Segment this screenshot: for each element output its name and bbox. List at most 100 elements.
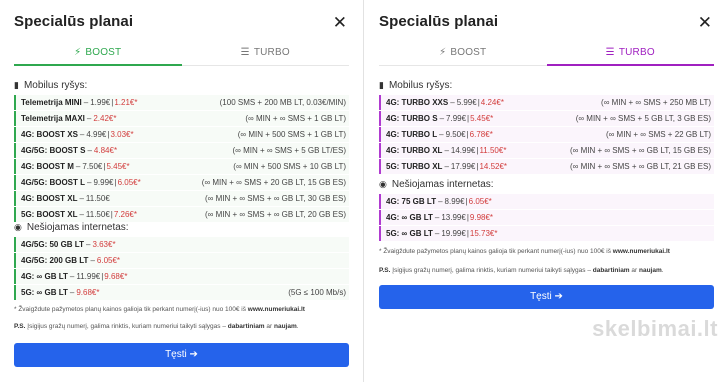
site-link[interactable]: www.numeriukai.lt	[248, 306, 305, 313]
dialog-header: Specialūs planai ✕	[14, 13, 349, 35]
plan-name: 4G: 75 GB LT	[386, 197, 437, 206]
plan-name: 4G: TURBO XL	[386, 146, 443, 155]
plan-row[interactable]: 4G: TURBO S –7.99€ | 5.45€* (∞ MIN + ∞ SMS +…	[379, 111, 714, 126]
plan-price: 19.99€	[441, 229, 466, 238]
price-separator: |	[111, 98, 114, 107]
plan-price: 2.42€*	[93, 114, 117, 123]
plan-promo-price: 6.78€*	[469, 130, 493, 139]
plan-detail: (5G ≤ 100 Mb/s)	[288, 288, 346, 297]
plan-promo-price: 9.98€*	[469, 213, 494, 222]
plan-detail: (∞ MIN + ∞ SMS + 20 GB LT, 15 GB ES)	[201, 178, 346, 187]
plan-row[interactable]: Telemetrija MAXI –2.42€* (∞ MIN + ∞ SMS + …	[14, 111, 349, 126]
plan-row[interactable]: Telemetrija MINI –1.99€ | 1.21€* (100 SMS + …	[14, 95, 349, 110]
wifi-icon: ◉	[379, 179, 387, 189]
tab-boost[interactable]: ⚡ BOOST	[14, 44, 182, 66]
ps-now: dabartiniam	[592, 267, 630, 274]
plan-price: 1.99€	[90, 98, 111, 107]
close-icon[interactable]: ✕	[698, 13, 712, 33]
mobile-section-heading: ▮ Mobilus ryšys:	[379, 80, 452, 91]
plan-price: 13.99€	[441, 213, 466, 222]
tab-turbo[interactable]: ☰ TURBO	[182, 44, 350, 65]
plan-detail: (∞ MIN + 500 SMS + 10 GB LT)	[233, 162, 346, 171]
plan-row[interactable]: 5G: ∞ GB LT –9.68€* (5G ≤ 100 Mb/s)	[14, 285, 349, 300]
dash-separator: –	[83, 98, 89, 107]
lightning-icon: ⚡	[439, 47, 447, 58]
plan-tabs: ⚡ BOOST ☰ TURBO	[14, 44, 349, 66]
plan-row[interactable]: 4G: 75 GB LT –8.99€ | 6.05€*	[379, 194, 714, 209]
price-separator: |	[107, 130, 110, 139]
ps-label: P.S.	[14, 323, 26, 330]
note-star-text: * Žvaigždute pažymetos planų kainos gali…	[14, 306, 248, 313]
price-separator: |	[476, 162, 479, 171]
dash-separator: –	[439, 130, 444, 139]
plan-row[interactable]: 4G: TURBO L –9.50€ | 6.78€* (∞ MIN + ∞ SMS +…	[379, 127, 714, 142]
plan-price: 9.99€	[93, 178, 114, 187]
tab-boost-label: BOOST	[85, 47, 122, 58]
dialog-header: Specialūs planai ✕	[379, 13, 714, 35]
price-separator: |	[466, 213, 469, 222]
dash-separator: –	[79, 194, 84, 203]
dash-separator: –	[444, 146, 449, 155]
plan-name: 4G/5G: BOOST L	[21, 178, 86, 187]
plan-row[interactable]: 5G: ∞ GB LT –19.99€ | 15.73€*	[379, 226, 714, 241]
plan-promo-price: 6.05€*	[117, 178, 141, 187]
plan-row[interactable]: 4G: BOOST XL –11.50€ (∞ MIN + ∞ SMS + ∞ GB…	[14, 191, 349, 206]
mobile-section-heading: ▮ Mobilus ryšys:	[14, 80, 87, 91]
plan-name: 5G: ∞ GB LT	[386, 229, 433, 238]
internet-section-label: Nešiojamas internetas:	[391, 179, 494, 190]
plan-row[interactable]: 4G: ∞ GB LT –13.99€ | 9.98€*	[379, 210, 714, 225]
plan-price: 7.50€	[82, 162, 103, 171]
dash-separator: –	[438, 197, 443, 206]
price-separator: |	[477, 98, 480, 107]
price-separator: |	[466, 229, 469, 238]
plan-promo-price: 15.73€*	[469, 229, 498, 238]
plan-row[interactable]: 4G: ∞ GB LT –11.99€ | 9.68€*	[14, 269, 349, 284]
plan-row[interactable]: 4G: BOOST XS –4.99€ | 3.03€* (∞ MIN + 500 SM…	[14, 127, 349, 142]
ps-note: P.S. Įsigijus gražų numerį, galima rinkt…	[379, 266, 718, 275]
plan-detail: (∞ MIN + ∞ SMS + ∞ GB LT, 30 GB ES)	[205, 194, 346, 203]
boost-plans-dialog: Specialūs planai ✕ ⚡ BOOST ☰ TURBO ▮ Mobilu…	[0, 0, 364, 382]
tab-turbo-label: TURBO	[253, 47, 290, 58]
internet-plan-list: 4G: 75 GB LT –8.99€ | 6.05€* 4G: ∞ GB LT –13.…	[379, 194, 714, 242]
plan-row[interactable]: 4G/5G: 200 GB LT –6.05€*	[14, 253, 349, 268]
plan-row[interactable]: 4G: TURBO XXS –5.99€ | 4.24€* (∞ MIN + ∞ SMS…	[379, 95, 714, 110]
dash-separator: –	[87, 146, 92, 155]
plan-price: 8.99€	[444, 197, 465, 206]
internet-plan-list: 4G/5G: 50 GB LT –3.63€* 4G/5G: 200 GB LT –6…	[14, 237, 349, 301]
plan-price: 11.50€	[85, 210, 110, 219]
mobile-section-label: Mobilus ryšys:	[388, 80, 453, 91]
plan-name: Telemetrija MINI	[21, 98, 82, 107]
plan-detail: (∞ MIN + ∞ SMS + 5 GB LT/ES)	[232, 146, 346, 155]
dash-separator: –	[87, 178, 92, 187]
plan-name: 4G: TURBO L	[386, 130, 438, 139]
ps-end: .	[296, 323, 299, 330]
ps-text: Įsigijus gražų numerį, galima rinktis, k…	[390, 267, 593, 274]
plan-price: 7.99€	[446, 114, 467, 123]
continue-button[interactable]: Tęsti ➔	[379, 285, 714, 309]
tab-turbo[interactable]: ☰ TURBO	[546, 44, 715, 66]
price-separator: |	[103, 162, 106, 171]
close-icon[interactable]: ✕	[333, 13, 347, 33]
plan-row[interactable]: 5G: BOOST XL –11.50€ | 7.26€* (∞ MIN + ∞ SMS…	[14, 207, 349, 222]
price-note: * Žvaigždute pažymetos planų kainos gali…	[14, 305, 353, 314]
plan-row[interactable]: 4G/5G: 50 GB LT –3.63€*	[14, 237, 349, 252]
plan-name: Telemetrija MAXI	[21, 114, 85, 123]
ps-text: Įsigijus gražų numerį, galima rinktis, k…	[25, 323, 228, 330]
lightning-icon: ⚡	[74, 47, 82, 58]
plan-row[interactable]: 4G/5G: BOOST L –9.99€ | 6.05€* (∞ MIN + ∞ SM…	[14, 175, 349, 190]
plan-row[interactable]: 4G: BOOST M –7.50€ | 5.45€* (∞ MIN + 500 SMS…	[14, 159, 349, 174]
plan-detail: (∞ MIN + ∞ SMS + 250 MB LT)	[601, 98, 711, 107]
plan-detail: (∞ MIN + ∞ SMS + 22 GB LT)	[605, 130, 711, 139]
plan-promo-price: 4.24€*	[480, 98, 504, 107]
plan-price: 4.99€	[86, 130, 107, 139]
signal-icon: ▮	[14, 80, 19, 90]
plan-row[interactable]: 4G/5G: BOOST S –4.84€* (∞ MIN + ∞ SMS + 5 …	[14, 143, 349, 158]
plan-name: 4G/5G: BOOST S	[21, 146, 86, 155]
continue-button[interactable]: Tęsti ➔	[14, 343, 349, 367]
tab-turbo-label: TURBO	[618, 47, 655, 58]
internet-section-heading: ◉ Nešiojamas internetas:	[379, 179, 494, 190]
plan-row[interactable]: 5G: TURBO XL –17.99€ | 14.52€* (∞ MIN + ∞ SM…	[379, 159, 714, 174]
plan-row[interactable]: 4G: TURBO XL –14.99€ | 11.50€* (∞ MIN + ∞ SM…	[379, 143, 714, 158]
site-link[interactable]: www.numeriukai.lt	[613, 248, 670, 255]
tab-boost[interactable]: ⚡ BOOST	[379, 44, 547, 65]
